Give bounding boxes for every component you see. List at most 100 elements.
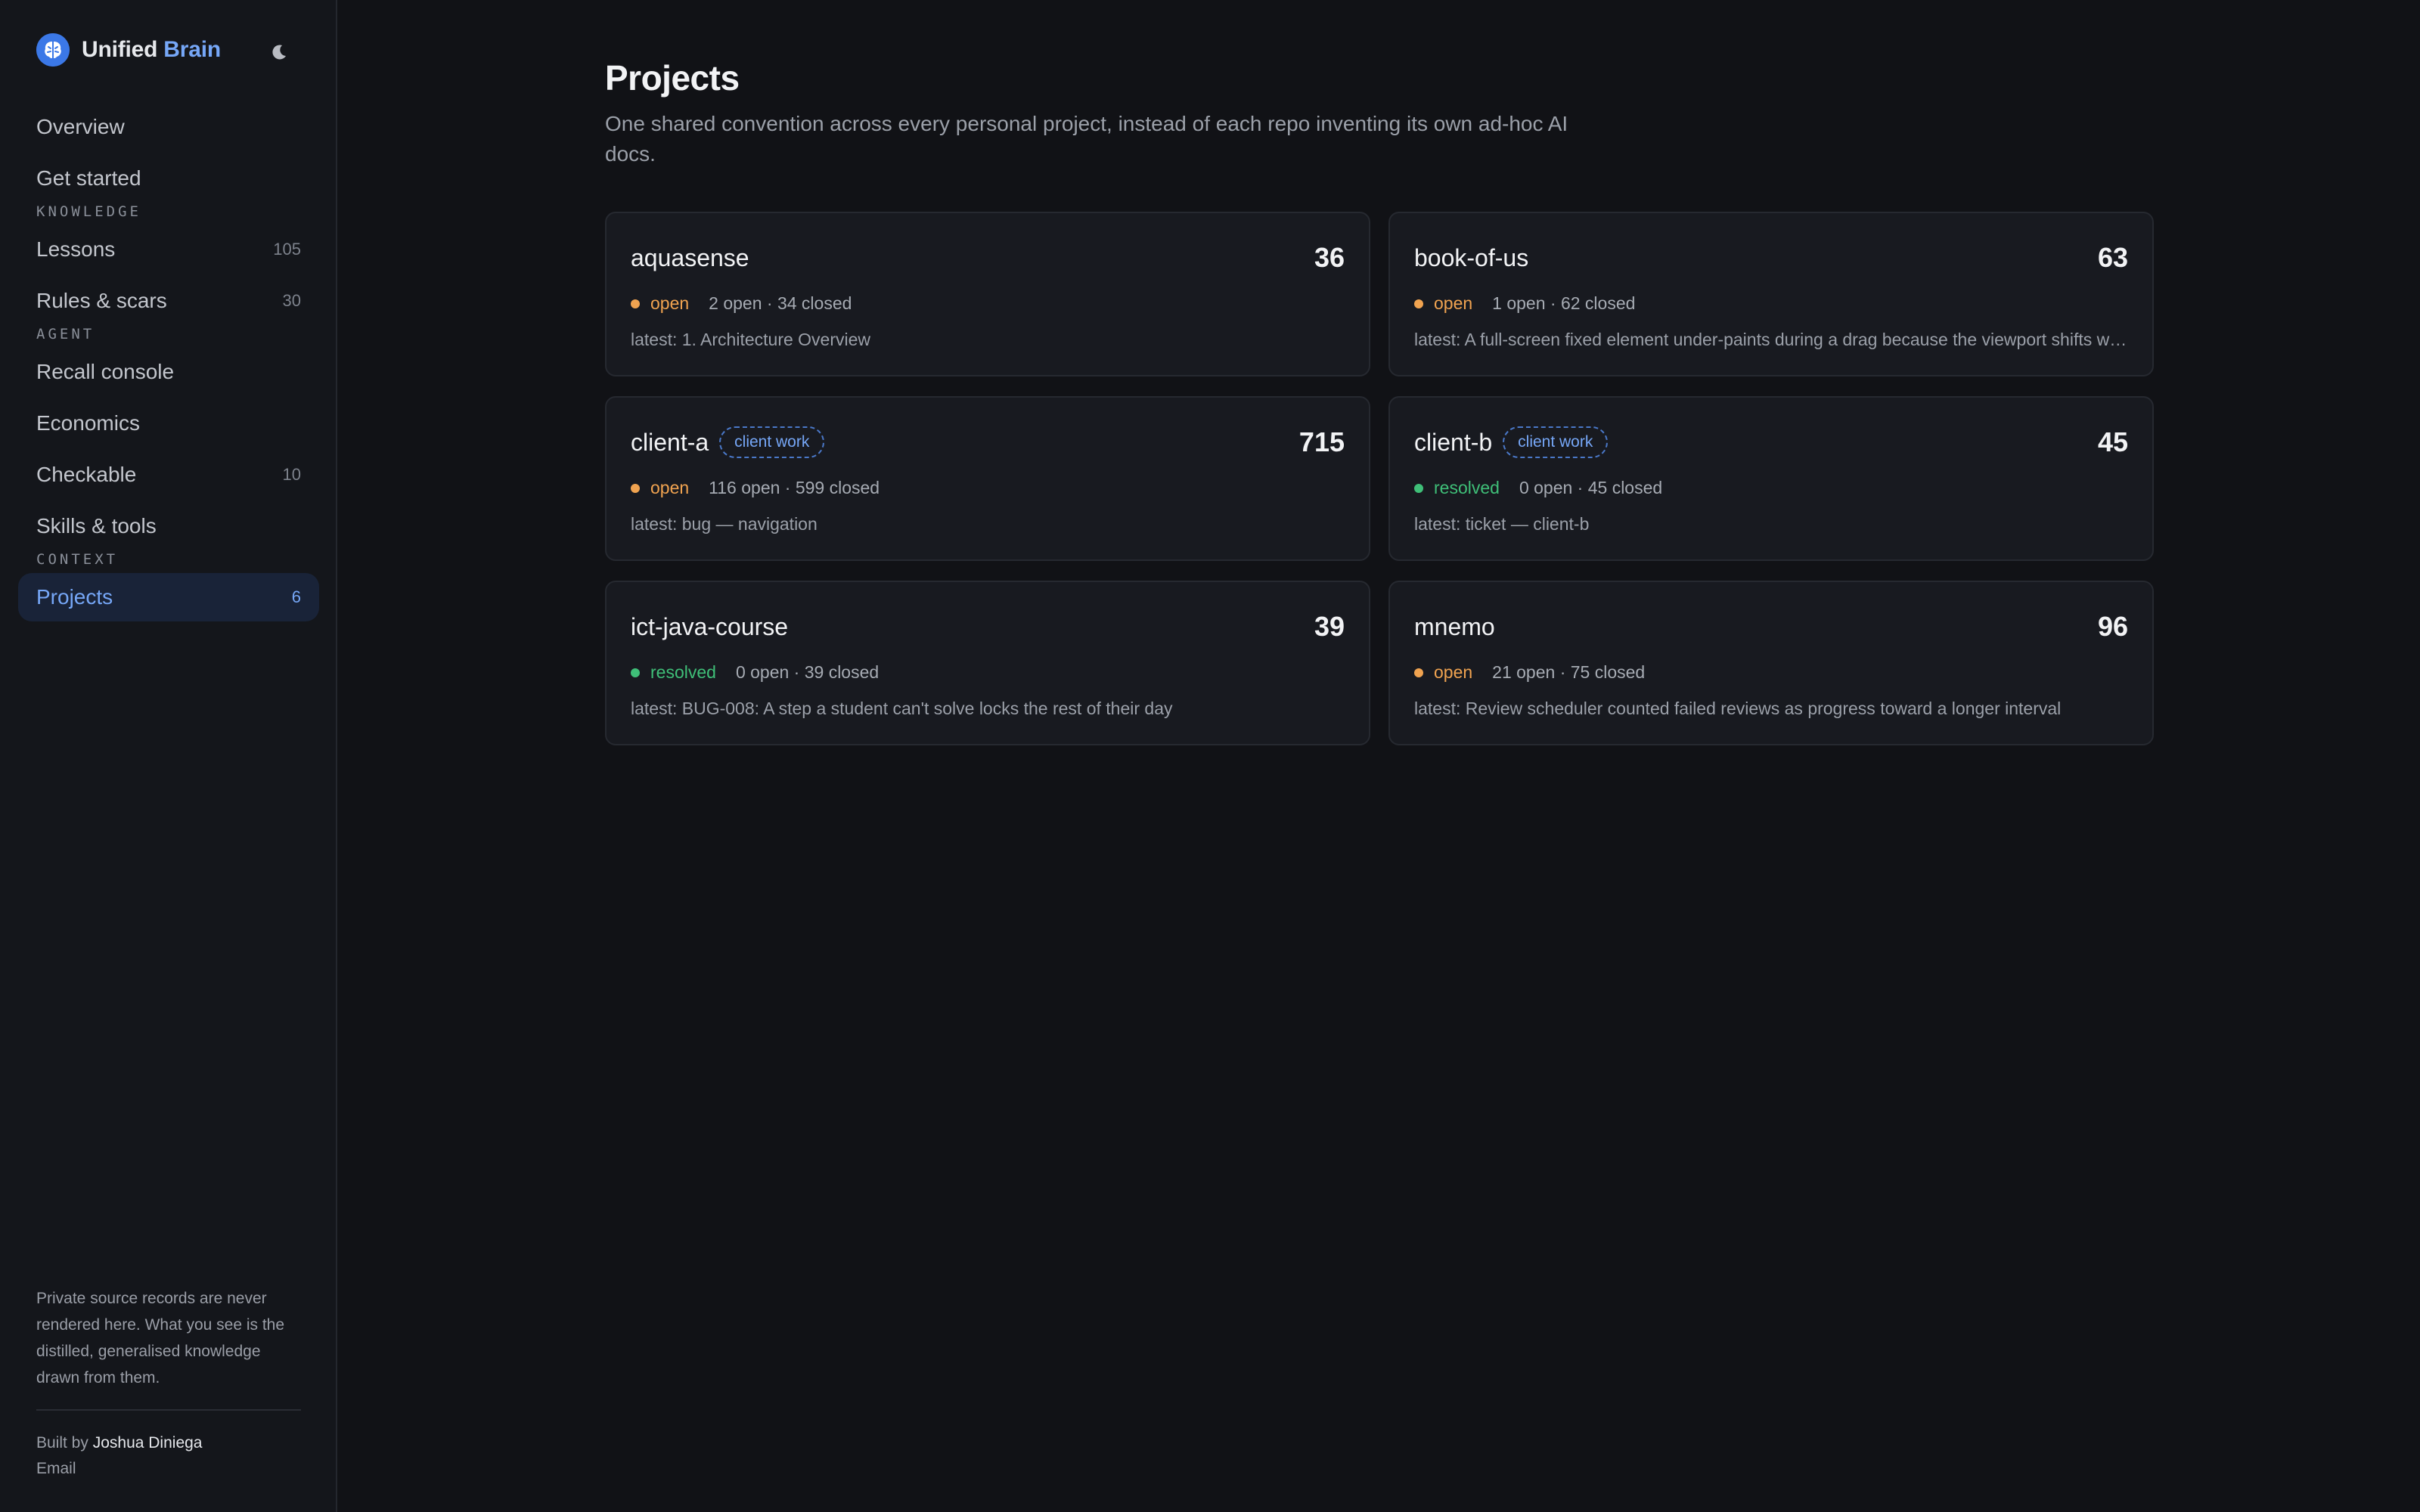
nav-item-count: 6 (291, 587, 301, 606)
client-work-badge: client work (1503, 426, 1609, 458)
built-by-label: Built by (36, 1434, 88, 1452)
project-status-row: resolved 0 open · 39 closed (631, 662, 879, 683)
status-dot-icon (631, 299, 640, 308)
project-card[interactable]: aquasense 36 open 2 open · 34 closed latest:… (605, 212, 1370, 376)
brand[interactable]: Unified Brain (36, 33, 221, 67)
section-label-agent: AGENT (36, 326, 95, 342)
project-status-row: open 21 open · 75 closed (1414, 662, 1645, 683)
card-title-group: book-of-us (1414, 244, 1528, 272)
project-name: aquasense (631, 243, 749, 271)
card-title-group: client-b client work (1414, 426, 1609, 458)
status-badge: open (650, 478, 690, 497)
built-by: Built by Joshua Diniega (36, 1430, 301, 1456)
card-header: client-b client work 45 (1414, 425, 2128, 460)
card-title-group: client-a client work (631, 426, 825, 458)
nav-item-label: Checkable (36, 463, 137, 486)
nav-item-label: Economics (36, 411, 140, 435)
nav-item-label: Lessons (36, 237, 116, 261)
latest-entry: latest: A full-screen fixed element unde… (1414, 330, 2128, 349)
card-title-group: aquasense (631, 244, 749, 272)
sidebar-footer: Private source records are never rendere… (36, 1285, 301, 1482)
project-card[interactable]: book-of-us 63 open 1 open · 62 closed latest… (1388, 212, 2154, 376)
brain-logo-icon (36, 33, 70, 67)
project-total-count: 36 (1314, 242, 1345, 273)
project-total-count: 45 (2097, 426, 2128, 457)
latest-entry: latest: BUG-008: A step a student can't … (631, 699, 1173, 718)
status-dot-icon (1414, 483, 1423, 493)
card-title-group: ict-java-course (631, 613, 788, 641)
open-closed-counts: 0 open · 39 closed (735, 662, 880, 682)
nav-item-label: Rules & scars (36, 289, 167, 312)
project-total-count: 715 (1298, 426, 1345, 457)
nav-overview[interactable]: Overview (18, 103, 319, 151)
nav-item-count: 30 (282, 291, 301, 310)
open-closed-counts: 116 open · 599 closed (709, 478, 880, 497)
nav-item-label: Recall console (36, 360, 175, 383)
status-badge: open (1434, 293, 1473, 313)
project-status-row: open 2 open · 34 closed (631, 293, 852, 314)
email-link[interactable]: Email (36, 1456, 301, 1482)
nav-get-started[interactable]: Get started (18, 154, 319, 203)
status-badge: open (1434, 662, 1473, 682)
nav-item-label: Projects (36, 585, 113, 609)
author-link[interactable]: Joshua Diniega (93, 1434, 203, 1452)
open-closed-counts: 2 open · 34 closed (709, 293, 852, 313)
nav-item-label: Overview (36, 115, 125, 138)
project-card[interactable]: mnemo 96 open 21 open · 75 closed latest: Re… (1388, 581, 2154, 745)
latest-entry: latest: 1. Architecture Overview (631, 330, 871, 349)
project-total-count: 63 (2097, 242, 2128, 273)
nav-checkable[interactable]: Checkable 10 (18, 451, 319, 499)
card-header: client-a client work 715 (631, 425, 1345, 460)
nav-item-label: Skills & tools (36, 514, 157, 538)
card-header: ict-java-course 39 (631, 609, 1345, 644)
section-label-knowledge: KNOWLEDGE (36, 203, 141, 220)
latest-entry: latest: ticket — client-b (1414, 514, 1590, 534)
nav-item-count: 105 (273, 240, 301, 259)
project-name: ict-java-course (631, 612, 789, 640)
open-closed-counts: 1 open · 62 closed (1492, 293, 1636, 313)
project-status-row: resolved 0 open · 45 closed (1414, 478, 1662, 498)
client-work-badge: client work (719, 426, 825, 458)
project-total-count: 39 (1314, 611, 1345, 642)
nav-lessons[interactable]: Lessons 105 (18, 225, 319, 274)
nav-skills-tools[interactable]: Skills & tools (18, 502, 319, 550)
card-header: mnemo 96 (1414, 609, 2128, 644)
status-dot-icon (1414, 668, 1423, 677)
nav-economics[interactable]: Economics (18, 399, 319, 448)
project-card[interactable]: client-a client work 715 open 116 open · 599… (605, 396, 1370, 561)
nav-recall-console[interactable]: Recall console (18, 348, 319, 396)
project-status-row: open 116 open · 599 closed (631, 478, 880, 498)
project-card[interactable]: client-b client work 45 resolved 0 open · 45… (1388, 396, 2154, 561)
status-dot-icon (631, 668, 640, 677)
latest-entry: latest: Review scheduler counted failed … (1414, 699, 2062, 718)
privacy-note: Private source records are never rendere… (36, 1290, 285, 1387)
brand-name-primary: Unified (82, 37, 158, 62)
brand-name-accent: Brain (163, 37, 221, 62)
sidebar: Unified Brain Overview Get started KNOWLEDG… (0, 0, 337, 1512)
project-name: mnemo (1414, 612, 1495, 640)
open-closed-counts: 21 open · 75 closed (1492, 662, 1646, 682)
nav-projects[interactable]: Projects 6 (18, 573, 319, 621)
project-card[interactable]: ict-java-course 39 resolved 0 open · 39 clo… (605, 581, 1370, 745)
project-grid: aquasense 36 open 2 open · 34 closed latest:… (605, 212, 2154, 745)
card-header: book-of-us 63 (1414, 240, 2128, 275)
card-title-group: mnemo (1414, 613, 1495, 641)
project-name: client-b (1414, 428, 1493, 456)
status-badge: resolved (1434, 478, 1500, 497)
page-subtitle: One shared convention across every perso… (605, 112, 1568, 166)
status-dot-icon (631, 483, 640, 493)
nav-rules-scars[interactable]: Rules & scars 30 (18, 277, 319, 325)
project-name: book-of-us (1414, 243, 1529, 271)
status-dot-icon (1414, 299, 1423, 308)
sidebar-nav: Overview Get started KNOWLEDGE Lessons 105 Ru… (18, 103, 319, 624)
open-closed-counts: 0 open · 45 closed (1519, 478, 1663, 497)
section-label-context: CONTEXT (36, 551, 119, 568)
latest-entry: latest: bug — navigation (631, 514, 818, 534)
main-content: Projects One shared convention across ev… (337, 0, 2420, 1512)
status-badge: resolved (650, 662, 716, 682)
page-title: Projects (605, 58, 740, 98)
project-total-count: 96 (2097, 611, 2128, 642)
card-header: aquasense 36 (631, 240, 1345, 275)
footer-divider (36, 1409, 301, 1411)
theme-toggle-button[interactable] (266, 39, 292, 65)
